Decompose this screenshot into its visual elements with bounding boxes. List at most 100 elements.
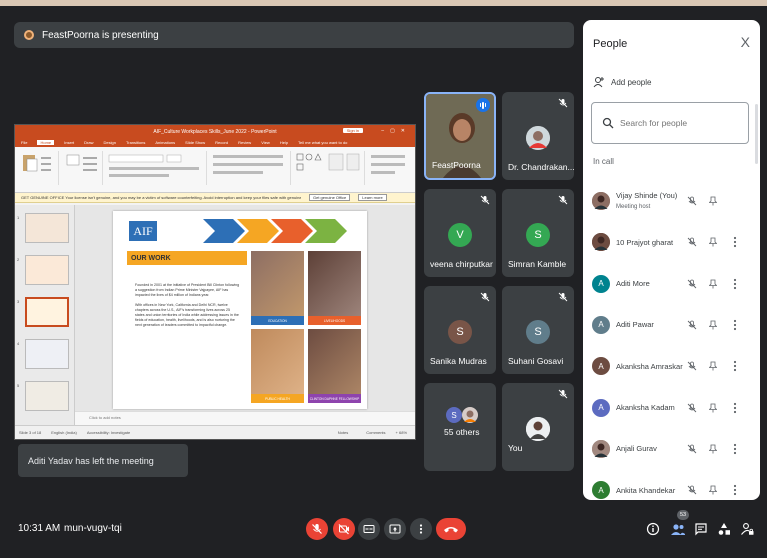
pin-icon[interactable] [709, 403, 717, 413]
panel-scrollbar[interactable] [755, 104, 758, 164]
leave-call-button[interactable] [436, 518, 466, 540]
search-input[interactable] [620, 118, 730, 128]
tile-veena-chirputkar[interactable]: V veena chirputkar [424, 189, 496, 277]
pin-icon[interactable] [709, 361, 717, 371]
mic-off-icon[interactable] [687, 320, 697, 330]
hang-up-icon [444, 527, 458, 533]
present-button[interactable] [384, 518, 406, 540]
people-button[interactable] [670, 520, 686, 538]
add-person-icon [593, 77, 604, 88]
more-vert-icon[interactable] [733, 236, 737, 248]
meeting-details-button[interactable] [645, 520, 661, 538]
slide-text: Founded in 2001 at the initiative of Pre… [135, 283, 240, 328]
captions-icon [363, 525, 375, 533]
pin-icon[interactable] [709, 237, 717, 247]
tile-name: Dr. Chandrakan... [508, 162, 574, 172]
top-strip [0, 0, 767, 6]
thumb-number: 4 [17, 341, 20, 346]
slide-thumb [25, 339, 69, 369]
more-options-button[interactable] [410, 518, 432, 540]
tile-name: You [508, 443, 523, 453]
pin-icon[interactable] [709, 444, 717, 454]
chat-button[interactable] [693, 520, 709, 538]
pin-icon[interactable] [709, 196, 717, 206]
current-slide: AIF OUR WORK Founded in 2001 at the init… [113, 211, 367, 409]
photo-caption: CLINTON DAPHNE FELLOWSHIP [308, 394, 361, 403]
slide-thumb [25, 381, 69, 411]
tile-feastpoorna[interactable]: FeastPoorna [424, 92, 496, 180]
participant-row[interactable]: A Akanksha Amraskar [583, 351, 755, 381]
captions-button[interactable] [358, 518, 380, 540]
mic-toggle-button[interactable] [306, 518, 328, 540]
participant-row[interactable]: A Akanksha Kadam [583, 393, 755, 423]
more-vert-icon[interactable] [733, 402, 737, 414]
lock-person-icon [741, 523, 754, 535]
participant-name: Akanksha Kadam [616, 403, 675, 412]
tile-suhani-gosavi[interactable]: S Suhani Gosavi [502, 286, 574, 374]
tile-others[interactable]: S 55 others [424, 383, 496, 471]
more-vert-icon[interactable] [733, 360, 737, 372]
status-comments: Comments [366, 430, 386, 435]
avatar: S [448, 320, 472, 344]
search-icon [602, 117, 614, 129]
tile-you[interactable]: You [502, 383, 574, 471]
tile-dr-chandrakant[interactable]: Dr. Chandrakan... [502, 92, 574, 180]
participant-row[interactable]: A Aditi More [583, 269, 755, 299]
person-photo-icon [592, 233, 610, 252]
slide-thumb [25, 255, 69, 285]
mic-off-icon[interactable] [687, 196, 697, 206]
mic-off-icon [558, 389, 568, 399]
close-icon[interactable]: X [741, 34, 750, 50]
participant-row[interactable]: Anjali Gurav [583, 434, 755, 464]
more-vert-icon[interactable] [733, 278, 737, 290]
tile-sanika-mudras[interactable]: S Sanika Mudras [424, 286, 496, 374]
people-count-badge: 53 [677, 510, 689, 520]
status-notes: Notes [337, 430, 349, 435]
more-vert-icon[interactable] [733, 484, 737, 496]
more-vert-icon[interactable] [733, 443, 737, 455]
add-people-button[interactable]: Add people [593, 76, 651, 88]
participant-name: Anjali Gurav [616, 444, 657, 454]
avatar: S [526, 223, 550, 247]
participant-avatar: A [592, 357, 610, 376]
mic-off-icon[interactable] [687, 237, 697, 247]
person-photo-icon [526, 417, 550, 441]
thumb-number: 3 [17, 299, 20, 304]
ppt-menu-item: Help [279, 140, 289, 145]
ppt-menu-item: Slide Show [185, 140, 206, 145]
presenting-text: FeastPoorna is presenting [42, 29, 159, 41]
mic-off-icon[interactable] [687, 403, 697, 413]
participant-row[interactable]: 10 Prajyot gharat [583, 227, 755, 257]
pin-icon[interactable] [709, 320, 717, 330]
ppt-menu-item: Animations [155, 140, 176, 145]
tile-name: 55 others [444, 427, 480, 437]
pin-icon[interactable] [709, 485, 717, 495]
ppt-menu-item: Draw [84, 140, 94, 145]
mic-off-icon[interactable] [687, 279, 697, 289]
tile-simran-kamble[interactable]: S Simran Kamble [502, 189, 574, 277]
more-vert-icon[interactable] [733, 319, 737, 331]
participant-row[interactable]: A Ankita Khandekar [583, 475, 755, 500]
ppt-menu-item: Record [215, 140, 229, 145]
host-controls-button[interactable] [739, 520, 755, 538]
pin-icon[interactable] [709, 279, 717, 289]
mic-off-icon[interactable] [687, 485, 697, 495]
status-zoom: + 68% [395, 430, 407, 435]
ppt-menu-item: Tell me what you want to do [298, 140, 348, 145]
ppt-ribbon [15, 147, 415, 193]
status-accessibility: Accessibility: Investigate [86, 430, 131, 435]
thumb-number: 5 [17, 383, 20, 388]
mic-off-icon[interactable] [687, 361, 697, 371]
ppt-title: AIF_Culture Workplaces Skills_June 2022 … [153, 128, 277, 135]
mic-off-icon[interactable] [687, 444, 697, 454]
participant-row[interactable]: A Aditi Pawar [583, 310, 755, 340]
tile-name: Simran Kamble [508, 259, 567, 269]
add-people-label: Add people [611, 77, 652, 87]
chat-icon [695, 523, 707, 536]
ribbon-group [369, 151, 413, 185]
activities-button[interactable] [716, 520, 732, 538]
present-screen-icon [389, 524, 401, 534]
participant-avatar [592, 233, 610, 252]
participant-row[interactable]: Vijay Shinde (You) Meeting host [583, 186, 755, 216]
camera-toggle-button[interactable] [333, 518, 355, 540]
